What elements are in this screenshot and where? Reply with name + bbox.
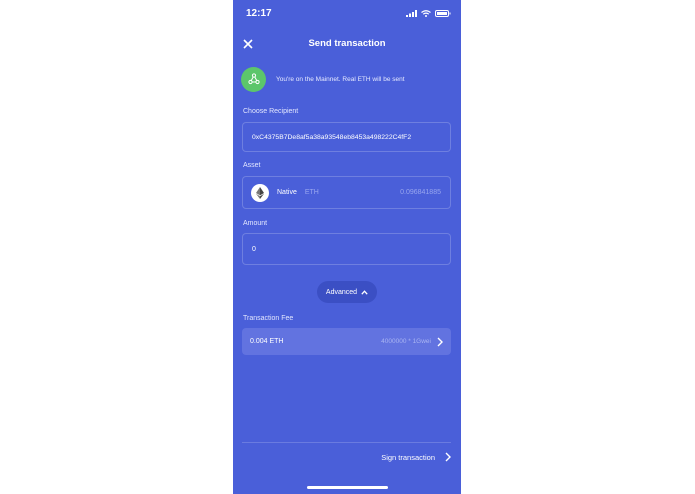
home-indicator[interactable] bbox=[307, 486, 388, 489]
asset-selector[interactable]: Native ETH 0.096841885 bbox=[242, 176, 451, 209]
mainnet-notice: You're on the Mainnet. Real ETH will be … bbox=[241, 66, 453, 92]
advanced-label: Advanced bbox=[325, 288, 358, 296]
asset-name: Native bbox=[277, 189, 297, 196]
page-title: Send transaction bbox=[308, 38, 386, 49]
battery-icon bbox=[435, 10, 451, 17]
sign-transaction-button[interactable]: Sign transaction bbox=[381, 452, 451, 462]
fee-label: Transaction Fee bbox=[243, 315, 294, 322]
status-icons bbox=[406, 10, 451, 17]
footer-divider bbox=[242, 442, 451, 443]
chevron-up-icon bbox=[361, 289, 368, 295]
recipient-label: Choose Recipient bbox=[243, 108, 299, 115]
chevron-right-icon bbox=[437, 337, 443, 346]
asset-symbol: ETH bbox=[304, 189, 319, 196]
recipient-input[interactable]: 0xC4375B7De8af5a38a93548eb8453a498222C4f… bbox=[242, 122, 451, 152]
mainnet-message: You're on the Mainnet. Real ETH will be … bbox=[276, 75, 405, 83]
phone-screen: 12:17 Send transaction You're on the Mai… bbox=[233, 0, 461, 494]
asset-label: Asset bbox=[243, 162, 261, 169]
fee-row[interactable]: 0.004 ETH 4000000 * 1Gwei bbox=[242, 328, 451, 355]
wifi-icon bbox=[421, 10, 431, 17]
chevron-right-icon bbox=[445, 452, 451, 462]
amount-input[interactable]: 0 bbox=[242, 233, 451, 265]
status-time: 12:17 bbox=[246, 8, 272, 19]
network-icon bbox=[247, 73, 260, 85]
fee-value: 0.004 ETH bbox=[250, 338, 284, 345]
asset-balance: 0.096841885 bbox=[400, 189, 441, 196]
recipient-value: 0xC4375B7De8af5a38a93548eb8453a498222C4f… bbox=[252, 133, 412, 141]
header: Send transaction bbox=[233, 34, 461, 54]
signal-icon bbox=[406, 10, 417, 17]
status-bar: 12:17 bbox=[233, 8, 461, 22]
advanced-toggle[interactable]: Advanced bbox=[317, 281, 377, 303]
fee-detail: 4000000 * 1Gwei bbox=[381, 338, 431, 345]
ethereum-icon bbox=[251, 183, 269, 202]
amount-value: 0 bbox=[252, 245, 256, 253]
amount-label: Amount bbox=[243, 220, 268, 227]
network-badge bbox=[241, 66, 266, 92]
sign-label: Sign transaction bbox=[381, 452, 435, 462]
